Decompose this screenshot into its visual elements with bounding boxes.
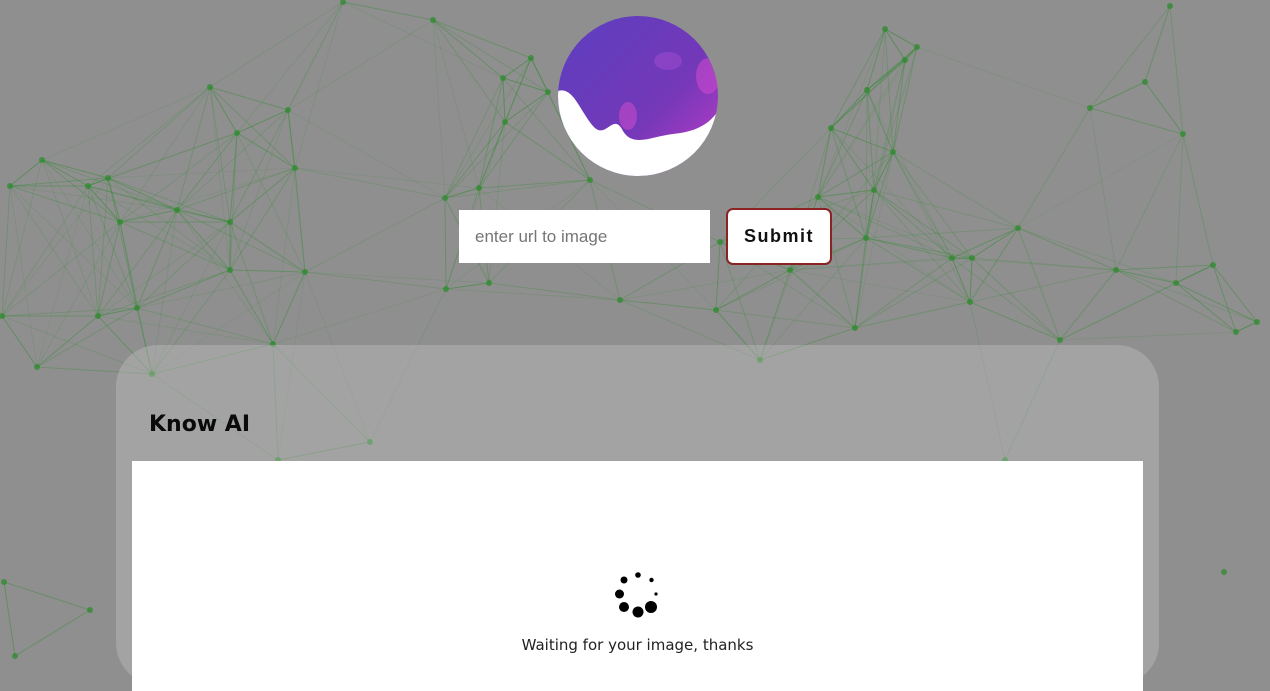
status-text: Waiting for your image, thanks	[521, 636, 754, 654]
image-url-input[interactable]	[459, 210, 710, 263]
loading-spinner-icon	[615, 572, 658, 618]
panel-title: Know AI	[149, 412, 251, 437]
submit-button[interactable]: Submit	[726, 208, 832, 265]
app-logo	[558, 16, 718, 176]
purple-wave-logo-icon	[558, 16, 718, 176]
